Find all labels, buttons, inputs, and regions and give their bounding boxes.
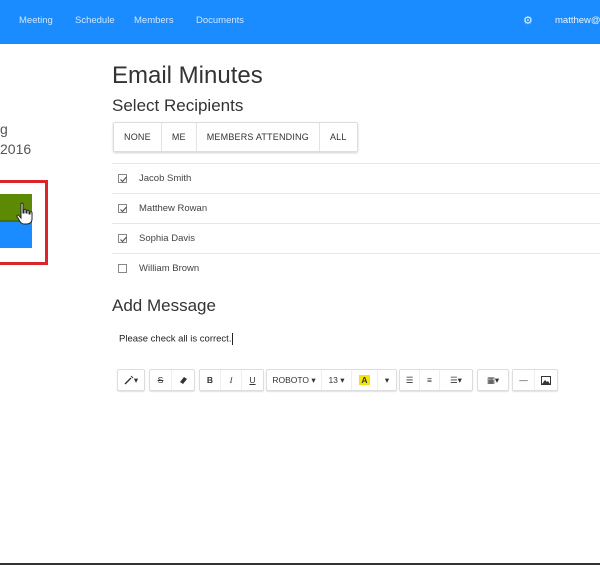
ordered-list-button[interactable]: ≡ (420, 370, 440, 390)
checkmark-icon (120, 206, 127, 213)
filter-me-button[interactable]: ME (161, 123, 197, 151)
recipient-checkbox-checked[interactable] (118, 234, 127, 243)
recipient-checkbox-checked[interactable] (118, 204, 127, 213)
meeting-date-text: 2016 (0, 141, 32, 157)
toolbar-group-table: ▦▾ (477, 369, 509, 391)
nav-members[interactable]: Members (134, 15, 174, 26)
toolbar-group-paragraph: ☰ ≡ ☰▾ (399, 369, 473, 391)
unordered-list-button[interactable]: ☰ (400, 370, 420, 390)
horizontal-rule-button[interactable]: — (513, 370, 535, 390)
toolbar-group-clear: S (149, 369, 195, 391)
bottom-border (0, 563, 600, 565)
recipient-checkbox-checked[interactable] (118, 174, 127, 183)
image-icon (541, 375, 551, 385)
recipient-row[interactable]: Matthew Rowan (112, 193, 600, 223)
eraser-icon (180, 377, 187, 384)
align-dropdown-button[interactable]: ☰▾ (440, 370, 472, 390)
recipient-filter-group: NONE ME MEMBERS ATTENDING ALL (113, 122, 358, 152)
bold-button[interactable]: B (200, 370, 221, 390)
toolbar-group-font: ROBOTO ▾ 13 ▾ A ▾ (266, 369, 397, 391)
magic-wand-icon (124, 375, 134, 385)
recipient-checkbox-unchecked[interactable] (118, 264, 127, 273)
filter-none-button[interactable]: NONE (114, 123, 162, 151)
nav-schedule[interactable]: Schedule (75, 15, 115, 26)
recipient-name: Sophia Davis (139, 233, 195, 244)
insert-image-button[interactable] (535, 370, 557, 390)
highlight-color-button[interactable]: A (352, 370, 378, 390)
recipient-name: Jacob Smith (139, 173, 192, 184)
checkmark-icon (120, 176, 127, 183)
text-caret (232, 333, 234, 345)
toolbar-group-insert: — (512, 369, 558, 391)
font-size-dropdown[interactable]: 13 ▾ (322, 370, 352, 390)
recipient-row[interactable]: Jacob Smith (112, 163, 600, 193)
italic-button[interactable]: I (221, 370, 242, 390)
settings-gear-icon[interactable]: ⚙ (523, 15, 535, 27)
add-message-heading: Add Message (112, 296, 216, 315)
toolbar-group-format: B I U (199, 369, 264, 391)
user-email[interactable]: matthew@ (555, 15, 600, 26)
highlight-color-dropdown[interactable]: ▾ (378, 370, 396, 390)
underline-button[interactable]: U (242, 370, 263, 390)
recipient-row[interactable]: William Brown (112, 253, 600, 283)
checkmark-icon (120, 236, 127, 243)
recipient-name: William Brown (139, 263, 200, 274)
dropdown-caret: ▾ (133, 374, 139, 385)
recipient-name: Matthew Rowan (139, 203, 208, 214)
meeting-info-text: g (0, 121, 8, 137)
highlight-icon: A (359, 375, 370, 385)
filter-all-button[interactable]: ALL (319, 123, 357, 151)
toolbar-group-style: ▾ (117, 369, 145, 391)
message-editor[interactable]: Please check all is correct. (119, 333, 234, 345)
nav-documents[interactable]: Documents (196, 15, 244, 26)
strikethrough-button[interactable]: S (150, 370, 172, 390)
filter-members-attending-button[interactable]: MEMBERS ATTENDING (196, 123, 320, 151)
nav-meeting[interactable]: Meeting (19, 15, 53, 26)
style-dropdown-button[interactable]: ▾ (118, 370, 144, 390)
font-family-dropdown[interactable]: ROBOTO ▾ (267, 370, 322, 390)
top-navbar: Meeting Schedule Members Documents ⚙ mat… (0, 0, 600, 44)
recipient-row[interactable]: Sophia Davis (112, 223, 600, 253)
hand-cursor-icon (16, 202, 33, 225)
message-text: Please check all is correct. (119, 333, 232, 345)
page-title: Email Minutes (112, 62, 263, 89)
select-recipients-heading: Select Recipients (112, 96, 244, 115)
eraser-button[interactable] (172, 370, 194, 390)
table-dropdown-button[interactable]: ▦▾ (478, 370, 508, 390)
recipient-list: Jacob Smith Matthew Rowan Sophia Davis W… (112, 163, 600, 283)
